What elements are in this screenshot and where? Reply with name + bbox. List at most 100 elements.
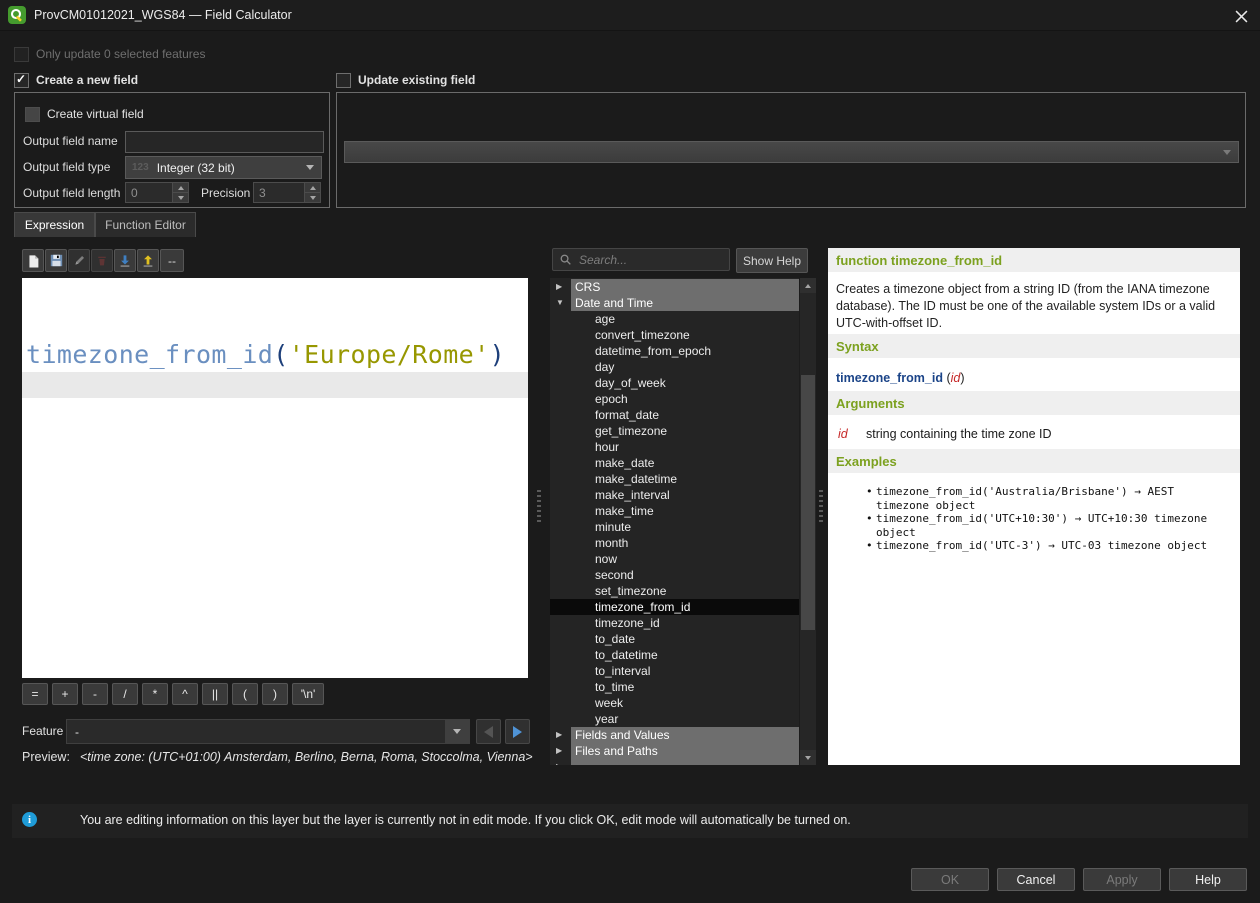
tree-item-label: get_timezone <box>550 423 800 439</box>
close-button[interactable] <box>1232 7 1250 25</box>
ok-button[interactable]: OK <box>911 868 989 891</box>
show-help-button[interactable]: Show Help <box>736 248 808 273</box>
new-expression-button[interactable] <box>22 249 44 272</box>
operator-button[interactable]: = <box>22 683 48 705</box>
operator-button[interactable]: * <box>142 683 168 705</box>
tree-function[interactable]: convert_timezone <box>550 327 800 343</box>
existing-field-select[interactable] <box>344 141 1239 163</box>
delete-expression-button[interactable] <box>91 249 113 272</box>
tree-function[interactable]: get_timezone <box>550 423 800 439</box>
tree-function[interactable]: week <box>550 695 800 711</box>
tree-item-label: now <box>550 551 800 567</box>
create-new-field-checkbox[interactable] <box>14 73 29 88</box>
output-field-length-spinner[interactable]: 0 <box>125 182 189 203</box>
update-existing-field-checkbox[interactable] <box>336 73 351 88</box>
apply-button[interactable]: Apply <box>1083 868 1161 891</box>
precision-spinner[interactable]: 3 <box>253 182 321 203</box>
tree-function[interactable]: make_date <box>550 455 800 471</box>
tree-function[interactable]: make_time <box>550 503 800 519</box>
tree-scrollbar[interactable] <box>799 278 816 765</box>
field-calculator-dialog: ProvCM01012021_WGS84 — Field Calculator … <box>0 0 1260 903</box>
chevron-right-icon[interactable] <box>556 279 568 295</box>
operator-button[interactable]: ^ <box>172 683 198 705</box>
search-input[interactable] <box>577 252 711 268</box>
operator-button[interactable]: + <box>52 683 78 705</box>
tree-function[interactable]: minute <box>550 519 800 535</box>
previous-feature-button[interactable] <box>476 719 501 744</box>
output-field-name-input[interactable] <box>125 131 324 153</box>
import-expressions-button[interactable] <box>114 249 136 272</box>
tree-function[interactable]: second <box>550 567 800 583</box>
tree-function[interactable]: month <box>550 535 800 551</box>
export-expressions-button[interactable] <box>137 249 159 272</box>
tree-group[interactable] <box>550 759 800 765</box>
operator-button[interactable]: ) <box>262 683 288 705</box>
output-field-type-select[interactable]: 123 Integer (32 bit) <box>125 156 322 179</box>
tree-function[interactable]: to_date <box>550 631 800 647</box>
tab-function-editor[interactable]: Function Editor <box>95 212 196 237</box>
operator-button[interactable]: / <box>112 683 138 705</box>
precision-value: 3 <box>254 186 304 200</box>
feature-select[interactable]: - <box>66 719 470 744</box>
preview-label: Preview: <box>22 750 70 764</box>
tree-item-label: Files and Paths <box>571 743 800 759</box>
tree-function[interactable]: day_of_week <box>550 375 800 391</box>
spin-up-button[interactable] <box>305 183 320 192</box>
operator-button[interactable]: ( <box>232 683 258 705</box>
tree-function[interactable]: epoch <box>550 391 800 407</box>
tree-function[interactable]: day <box>550 359 800 375</box>
chevron-right-icon[interactable] <box>556 727 568 743</box>
scroll-up-button[interactable] <box>800 278 816 293</box>
tree-function[interactable]: to_interval <box>550 663 800 679</box>
chevron-right-icon[interactable] <box>556 759 568 765</box>
splitter-handle[interactable] <box>819 490 823 524</box>
edit-expression-button[interactable] <box>68 249 90 272</box>
next-feature-button[interactable] <box>505 719 530 744</box>
tree-item-label: make_datetime <box>550 471 800 487</box>
output-field-length-label: Output field length <box>23 186 120 200</box>
tree-group[interactable]: CRS <box>550 279 800 295</box>
tree-function[interactable]: make_datetime <box>550 471 800 487</box>
chevron-down-icon[interactable] <box>556 295 568 311</box>
scroll-down-button[interactable] <box>800 750 816 765</box>
tree-function[interactable]: timezone_from_id <box>550 599 800 615</box>
tree-item-label: Date and Time <box>571 295 800 311</box>
tree-group[interactable]: Files and Paths <box>550 743 800 759</box>
tree-function[interactable]: age <box>550 311 800 327</box>
chevron-right-icon[interactable] <box>556 743 568 759</box>
scroll-thumb[interactable] <box>801 375 815 630</box>
create-new-field-groupbox: Create virtual field Output field name O… <box>14 92 330 208</box>
only-update-selected-checkbox[interactable] <box>14 47 29 62</box>
tree-function[interactable]: year <box>550 711 800 727</box>
expression-editor[interactable]: timezone_from_id('Europe/Rome') <box>22 278 528 678</box>
tree-function[interactable]: datetime_from_epoch <box>550 343 800 359</box>
splitter-handle[interactable] <box>537 490 541 524</box>
function-tree: CRSDate and Timeageconvert_timezonedatet… <box>550 279 800 765</box>
tree-function[interactable]: hour <box>550 439 800 455</box>
dash-button[interactable]: -- <box>160 249 184 272</box>
function-search[interactable] <box>552 248 730 271</box>
save-icon <box>50 254 63 267</box>
tree-function[interactable]: timezone_id <box>550 615 800 631</box>
tab-expression[interactable]: Expression <box>14 212 95 237</box>
tree-function[interactable]: to_datetime <box>550 647 800 663</box>
operator-button[interactable]: - <box>82 683 108 705</box>
tree-group[interactable]: Date and Time <box>550 295 800 311</box>
spin-down-button[interactable] <box>305 192 320 202</box>
spin-down-button[interactable] <box>173 192 188 202</box>
tree-function[interactable]: now <box>550 551 800 567</box>
tree-function[interactable]: format_date <box>550 407 800 423</box>
tree-group[interactable]: Fields and Values <box>550 727 800 743</box>
operator-button[interactable]: || <box>202 683 228 705</box>
tree-function[interactable]: set_timezone <box>550 583 800 599</box>
operator-button[interactable]: '\n' <box>292 683 324 705</box>
create-virtual-field-checkbox[interactable] <box>25 107 40 122</box>
tree-function[interactable]: make_interval <box>550 487 800 503</box>
qgis-logo-icon <box>8 6 26 24</box>
cancel-button[interactable]: Cancel <box>997 868 1075 891</box>
help-button[interactable]: Help <box>1169 868 1247 891</box>
tree-function[interactable]: to_time <box>550 679 800 695</box>
feature-select-arrow[interactable] <box>444 720 469 743</box>
save-expression-button[interactable] <box>45 249 67 272</box>
spin-up-button[interactable] <box>173 183 188 192</box>
